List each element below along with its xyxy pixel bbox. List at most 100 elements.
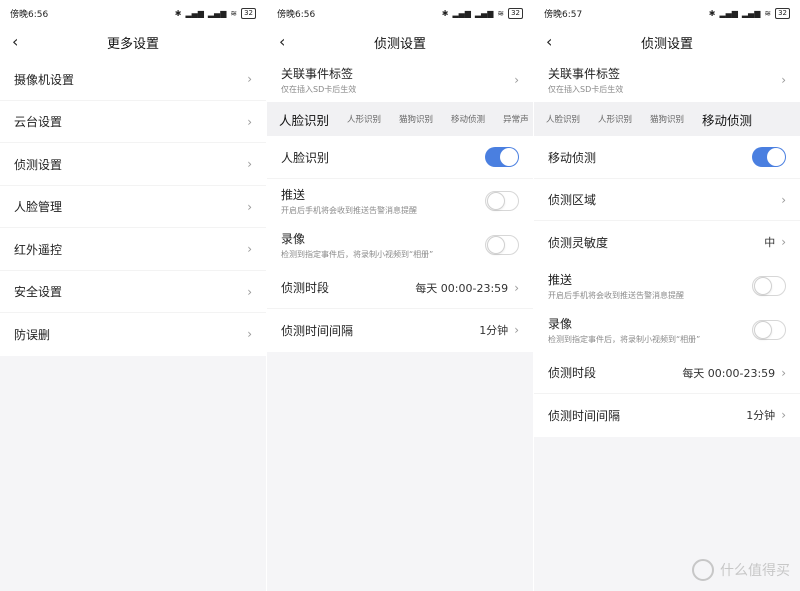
tab-pet[interactable]: 猫狗识别 bbox=[650, 113, 684, 125]
list-item-label: 人脸管理 bbox=[14, 200, 63, 215]
record-row: 录像 检测到指定事件后，将录制小视频到“相册” bbox=[534, 307, 800, 352]
list-item-label: 安全设置 bbox=[14, 285, 63, 300]
screen-more-settings: 傍晚6:56 ✱ ▂▄▆ ▂▄▆ ≋ 32 ‹ 更多设置 摄像机设置 › 云台设置… bbox=[0, 0, 266, 591]
chevron-right-icon: › bbox=[781, 235, 786, 250]
event-tag-row[interactable]: 关联事件标签 仅在插入SD卡后生效 › bbox=[267, 58, 533, 102]
sensitivity-row[interactable]: 侦测灵敏度 中 › bbox=[534, 221, 800, 264]
list-item-ptz[interactable]: 云台设置 › bbox=[0, 100, 266, 143]
list-item-security[interactable]: 安全设置 › bbox=[0, 270, 266, 313]
chevron-right-icon: › bbox=[247, 157, 252, 172]
tab-motion[interactable]: 移动侦测 bbox=[702, 110, 752, 129]
watermark: 什么值得买 bbox=[692, 559, 790, 581]
list-item-face[interactable]: 人脸管理 › bbox=[0, 185, 266, 228]
back-icon[interactable]: ‹ bbox=[546, 32, 552, 51]
interval-row[interactable]: 侦测时间间隔 1分钟 › bbox=[267, 309, 533, 352]
nav-bar: ‹ 侦测设置 bbox=[534, 26, 800, 58]
push-label: 推送 bbox=[548, 272, 573, 287]
chevron-right-icon: › bbox=[247, 242, 252, 257]
status-time: 傍晚6:56 bbox=[277, 9, 316, 20]
tab-face[interactable]: 人脸识别 bbox=[279, 110, 329, 129]
record-sub: 检测到指定事件后，将录制小视频到“相册” bbox=[548, 334, 701, 344]
chevron-right-icon: › bbox=[247, 327, 252, 342]
chevron-right-icon: › bbox=[247, 284, 252, 299]
period-label: 侦测时段 bbox=[281, 281, 330, 296]
battery-icon: 32 bbox=[508, 7, 523, 19]
status-bar: 傍晚6:56 ✱ ▂▄▆ ▂▄▆ ≋ 32 bbox=[0, 0, 266, 26]
period-value: 每天 00:00-23:59 bbox=[415, 281, 509, 295]
event-tag-label: 关联事件标签 bbox=[548, 67, 621, 81]
list-item-camera[interactable]: 摄像机设置 › bbox=[0, 58, 266, 101]
list-item-detection[interactable]: 侦测设置 › bbox=[0, 143, 266, 186]
push-toggle[interactable] bbox=[752, 275, 786, 296]
status-bar: 傍晚6:56 ✱ ▂▄▆ ▂▄▆ ≋ 32 bbox=[267, 0, 533, 26]
watermark-logo-icon bbox=[692, 559, 714, 581]
motion-toggle[interactable] bbox=[752, 147, 786, 168]
list-item-ir[interactable]: 红外遥控 › bbox=[0, 228, 266, 271]
push-label: 推送 bbox=[281, 187, 306, 202]
period-value: 每天 00:00-23:59 bbox=[682, 366, 776, 380]
status-icons: ✱ ▂▄▆ ▂▄▆ ≋ 32 bbox=[175, 7, 256, 19]
signal-icon: ▂▄▆ bbox=[741, 8, 761, 18]
push-sub: 开启后手机将会收到推送告警消息提醒 bbox=[548, 290, 684, 300]
face-toggle-row: 人脸识别 bbox=[267, 136, 533, 179]
list-item-label: 云台设置 bbox=[14, 115, 63, 130]
signal-icon: ▂▄▆ bbox=[474, 8, 494, 18]
push-row: 推送 开启后手机将会收到推送告警消息提醒 bbox=[534, 263, 800, 308]
zone-row[interactable]: 侦测区域 › bbox=[534, 178, 800, 221]
back-icon[interactable]: ‹ bbox=[12, 32, 18, 51]
wifi-icon: ≋ bbox=[764, 8, 772, 18]
face-toggle-label: 人脸识别 bbox=[281, 150, 330, 165]
bluetooth-icon: ✱ bbox=[441, 8, 449, 18]
interval-value: 1分钟 bbox=[746, 409, 776, 423]
status-time: 傍晚6:57 bbox=[544, 9, 583, 20]
event-tag-row[interactable]: 关联事件标签 仅在插入SD卡后生效 › bbox=[534, 58, 800, 102]
list-item-label: 红外遥控 bbox=[14, 242, 63, 257]
push-row: 推送 开启后手机将会收到推送告警消息提醒 bbox=[267, 178, 533, 223]
list-item-label: 摄像机设置 bbox=[14, 72, 75, 87]
bluetooth-icon: ✱ bbox=[708, 8, 716, 18]
chevron-right-icon: › bbox=[247, 72, 252, 87]
event-tag-label: 关联事件标签 bbox=[281, 67, 354, 81]
signal-icon: ▂▄▆ bbox=[207, 8, 227, 18]
tab-sound[interactable]: 异常声 bbox=[503, 113, 529, 125]
motion-toggle-label: 移动侦测 bbox=[548, 150, 597, 165]
record-toggle[interactable] bbox=[485, 234, 519, 255]
detection-tabs: 人脸识别 人形识别 猫狗识别 移动侦测 bbox=[534, 102, 800, 136]
screens-container: 傍晚6:56 ✱ ▂▄▆ ▂▄▆ ≋ 32 ‹ 更多设置 摄像机设置 › 云台设置… bbox=[0, 0, 800, 591]
screen-detection-face: 傍晚6:56 ✱ ▂▄▆ ▂▄▆ ≋ 32 ‹ 侦测设置 关联事件标签 仅在插入… bbox=[267, 0, 533, 591]
tab-motion[interactable]: 移动侦测 bbox=[451, 113, 485, 125]
nav-bar: ‹ 侦测设置 bbox=[267, 26, 533, 58]
record-toggle[interactable] bbox=[752, 319, 786, 340]
tab-pet[interactable]: 猫狗识别 bbox=[399, 113, 433, 125]
tab-human[interactable]: 人形识别 bbox=[598, 113, 632, 125]
chevron-right-icon: › bbox=[514, 73, 519, 87]
status-icons: ✱ ▂▄▆ ▂▄▆ ≋ 32 bbox=[441, 7, 523, 19]
watermark-text: 什么值得买 bbox=[720, 563, 790, 579]
record-row: 录像 检测到指定事件后，将录制小视频到“相册” bbox=[267, 222, 533, 267]
chevron-right-icon: › bbox=[781, 192, 786, 207]
status-bar: 傍晚6:57 ✱ ▂▄▆ ▂▄▆ ≋ 32 bbox=[534, 0, 800, 26]
event-tag-sub: 仅在插入SD卡后生效 bbox=[281, 85, 357, 94]
wifi-icon: ≋ bbox=[497, 8, 505, 18]
back-icon[interactable]: ‹ bbox=[279, 32, 285, 51]
record-sub: 检测到指定事件后，将录制小视频到“相册” bbox=[281, 249, 434, 259]
tab-face[interactable]: 人脸识别 bbox=[546, 113, 580, 125]
record-label: 录像 bbox=[548, 316, 573, 331]
period-row[interactable]: 侦测时段 每天 00:00-23:59 › bbox=[267, 266, 533, 309]
record-label: 录像 bbox=[281, 231, 306, 246]
tab-human[interactable]: 人形识别 bbox=[347, 113, 381, 125]
interval-row[interactable]: 侦测时间间隔 1分钟 › bbox=[534, 394, 800, 437]
list-item-label: 防误删 bbox=[14, 327, 51, 342]
chevron-right-icon: › bbox=[247, 114, 252, 129]
chevron-right-icon: › bbox=[247, 199, 252, 214]
nav-bar: ‹ 更多设置 bbox=[0, 26, 266, 58]
list-item-anti-delete[interactable]: 防误删 › bbox=[0, 313, 266, 356]
face-toggle[interactable] bbox=[485, 147, 519, 168]
interval-value: 1分钟 bbox=[479, 324, 509, 338]
wifi-icon: ≋ bbox=[230, 8, 238, 18]
status-time: 傍晚6:56 bbox=[10, 9, 49, 20]
period-row[interactable]: 侦测时段 每天 00:00-23:59 › bbox=[534, 351, 800, 394]
push-toggle[interactable] bbox=[485, 190, 519, 211]
motion-toggle-row: 移动侦测 bbox=[534, 136, 800, 179]
page-title: 侦测设置 bbox=[640, 36, 693, 52]
